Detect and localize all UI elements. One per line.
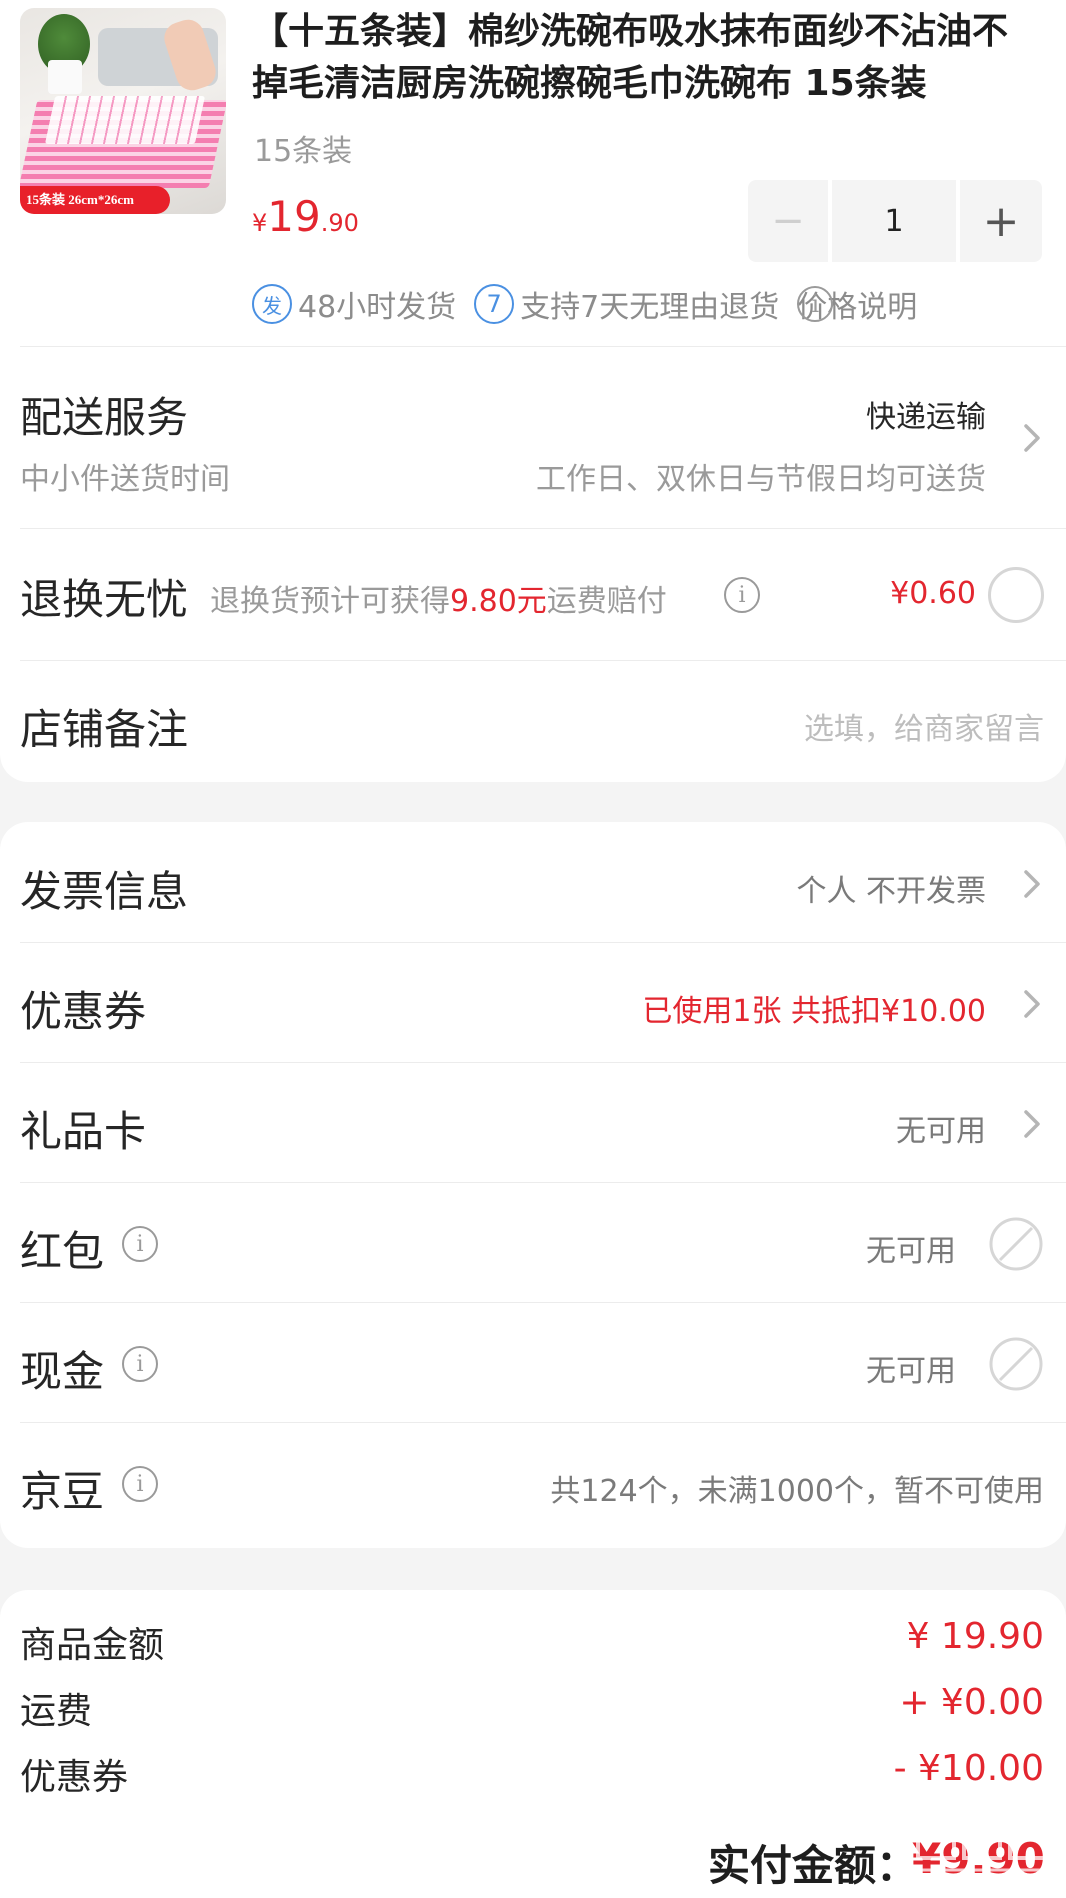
unavailable-icon: [988, 1216, 1044, 1272]
chevron-right-icon: [1018, 1104, 1046, 1144]
badge-return: 7 支持7天无理由退货: [474, 282, 779, 326]
return-select-radio[interactable]: [988, 567, 1044, 623]
badge-return-text: 支持7天无理由退货: [520, 290, 780, 325]
unavailable-icon: [988, 1336, 1044, 1392]
store-note-label: 店铺备注: [20, 705, 189, 754]
price-integer: 19: [267, 192, 321, 241]
info-icon[interactable]: i: [724, 577, 760, 613]
summary-goods-label: 商品金额: [20, 1625, 165, 1666]
badge-price-info[interactable]: i 价格说明: [797, 282, 917, 326]
coupon-label: 优惠券: [20, 987, 147, 1036]
price-currency: ¥: [252, 209, 268, 237]
divider: [20, 1422, 1066, 1423]
info-icon[interactable]: i: [122, 1466, 158, 1502]
thumb-cup-shape: [48, 60, 82, 94]
seven-day-icon: 7: [474, 284, 515, 324]
divider: [20, 346, 1066, 347]
price-decimal: .90: [320, 209, 359, 237]
divider: [20, 528, 1066, 529]
service-badges: 发 48小时发货 7 支持7天无理由退货 i 价格说明: [252, 282, 917, 326]
divider: [20, 1062, 1066, 1063]
info-icon[interactable]: i: [122, 1226, 158, 1262]
delivery-label: 配送服务: [20, 393, 189, 442]
divider: [20, 942, 1066, 943]
redpacket-label: 红包: [20, 1227, 105, 1276]
quantity-plus-button[interactable]: +: [960, 180, 1042, 262]
cash-label: 现金: [20, 1347, 105, 1396]
store-note-input[interactable]: 选填，给商家留言: [804, 704, 1044, 748]
jingdou-label: 京豆: [20, 1467, 105, 1516]
product-spec: 15条装: [254, 134, 353, 169]
return-label: 退换无忧: [20, 575, 189, 624]
quantity-stepper: − 1 +: [748, 180, 1042, 262]
summary-shipping-label: 运费: [20, 1691, 93, 1732]
summary-coupon-label: 优惠券: [20, 1757, 129, 1798]
divider: [20, 660, 1066, 661]
quantity-input[interactable]: 1: [832, 180, 956, 262]
info-icon[interactable]: i: [122, 1346, 158, 1382]
cash-value: 无可用: [866, 1354, 956, 1389]
divider: [20, 1302, 1066, 1303]
jingdou-value: 共124个，未满1000个，暂不可使用: [550, 1474, 1044, 1509]
delivery-method: 快递运输: [866, 400, 986, 435]
return-price: ¥0.60: [890, 576, 976, 611]
return-desc-prefix: 退换货预计可获得: [210, 584, 450, 619]
total-pay-label: 实付金额：: [708, 1841, 919, 1890]
chevron-right-icon: [1018, 864, 1046, 904]
return-desc-suffix: 运费赔付: [546, 584, 667, 619]
coupon-value: 已使用1张 共抵扣¥10.00: [642, 994, 986, 1029]
summary-goods-value: ¥ 19.90: [906, 1616, 1044, 1657]
giftcard-value: 无可用: [896, 1114, 986, 1149]
summary-coupon-value: - ¥10.00: [893, 1748, 1044, 1789]
thumb-cloth-top: [44, 96, 206, 144]
summary-shipping-value: + ¥0.00: [899, 1682, 1044, 1723]
redpacket-value: 无可用: [866, 1234, 956, 1269]
return-desc: 退换货预计可获得9.80元运费赔付: [210, 576, 667, 620]
watermark-logo: [912, 1812, 1052, 1892]
delivery-time-label: 中小件送货时间: [20, 462, 230, 497]
chevron-right-icon: [1018, 418, 1046, 458]
chevron-right-icon: [1018, 984, 1046, 1024]
thumb-size-tag: 15条装 26cm*26cm: [20, 186, 170, 214]
badge-shipping-text: 48小时发货: [298, 290, 457, 325]
divider: [20, 1182, 1066, 1183]
product-price: ¥19.90: [252, 192, 359, 241]
quantity-minus-button[interactable]: −: [748, 180, 828, 262]
product-thumbnail[interactable]: 15条装 26cm*26cm: [20, 8, 226, 214]
giftcard-label: 礼品卡: [20, 1107, 147, 1156]
product-title[interactable]: 【十五条装】棉纱洗碗布吸水抹布面纱不沾油不掉毛清洁厨房洗碗擦碗毛巾洗碗布 15条…: [252, 6, 1042, 110]
badge-shipping: 发 48小时发货: [252, 282, 456, 326]
invoice-label: 发票信息: [20, 867, 189, 916]
return-desc-amount: 9.80元: [450, 584, 547, 619]
shipping-icon: 发: [252, 284, 292, 324]
order-card-payment-options: 发票信息 个人 不开发票 优惠券 已使用1张 共抵扣¥10.00 礼品卡 无可用…: [0, 822, 1066, 1548]
invoice-value: 个人 不开发票: [796, 874, 986, 909]
order-card-product: 15条装 26cm*26cm 【十五条装】棉纱洗碗布吸水抹布面纱不沾油不掉毛清洁…: [0, 0, 1066, 782]
delivery-time-value: 工作日、双休日与节假日均可送货: [536, 462, 986, 497]
